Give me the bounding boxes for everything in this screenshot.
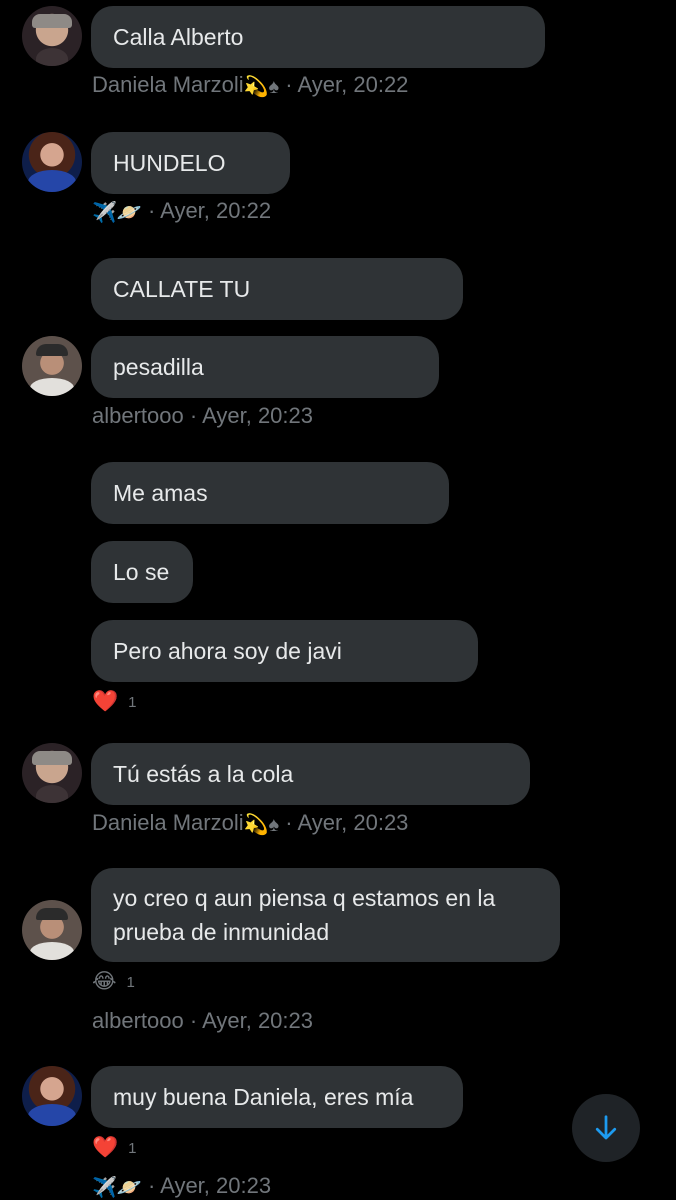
message-text: Pero ahora soy de javi (113, 638, 342, 664)
laughing-emoji-icon: 😂 (92, 970, 117, 993)
message-meta: Daniela Marzoli💫♠ · Ayer, 20:22 (92, 72, 408, 99)
arrow-down-icon (595, 1115, 617, 1140)
message-text: Tú estás a la cola (113, 761, 294, 787)
reaction-badge[interactable]: ❤️ 1 (92, 690, 137, 714)
message-bubble[interactable]: HUNDELO (91, 132, 290, 194)
reaction-count: 1 (128, 693, 137, 711)
avatar-plane-user[interactable] (22, 132, 82, 192)
avatar-daniela[interactable] (22, 6, 82, 66)
timestamp: · Ayer, 20:23 (285, 810, 409, 835)
sender-emoji: 💫♠ (243, 75, 280, 98)
timestamp: · Ayer, 20:22 (147, 198, 272, 223)
heart-icon: ❤️ (92, 690, 119, 713)
message-bubble[interactable]: yo creo q aun piensa q estamos en la pru… (91, 868, 560, 962)
message-text: Lo se (113, 559, 170, 585)
sender-name[interactable]: albertooo (92, 403, 184, 428)
avatar-alberto[interactable] (22, 336, 82, 396)
sender-name[interactable]: Daniela Marzoli (92, 72, 244, 97)
message-bubble[interactable]: Lo se (91, 541, 193, 603)
message-text: Me amas (113, 480, 208, 506)
message-text: CALLATE TU (113, 276, 251, 302)
scroll-to-bottom-button[interactable] (572, 1094, 640, 1162)
sender-emoji: 💫♠ (243, 813, 280, 836)
sender-name[interactable]: albertooo (92, 1008, 184, 1033)
message-text: muy buena Daniela, eres mía (113, 1084, 414, 1110)
message-bubble[interactable]: Tú estás a la cola (91, 743, 530, 805)
avatar-daniela[interactable] (22, 743, 82, 803)
message-bubble[interactable]: pesadilla (91, 336, 439, 398)
message-meta: albertooo · Ayer, 20:23 (92, 403, 313, 429)
message-meta: ✈️🪐 · Ayer, 20:22 (92, 198, 271, 225)
reaction-badge[interactable]: 😂 1 (92, 970, 135, 994)
timestamp: · Ayer, 20:22 (285, 72, 409, 97)
message-bubble[interactable]: muy buena Daniela, eres mía (91, 1066, 463, 1128)
message-bubble[interactable]: Calla Alberto (91, 6, 545, 68)
message-meta: Daniela Marzoli💫♠ · Ayer, 20:23 (92, 810, 408, 837)
timestamp: · Ayer, 20:23 (147, 1173, 272, 1198)
timestamp: · Ayer, 20:23 (189, 1008, 314, 1033)
heart-icon: ❤️ (92, 1136, 119, 1159)
message-bubble[interactable]: CALLATE TU (91, 258, 463, 320)
sender-name[interactable]: Daniela Marzoli (92, 810, 244, 835)
message-text: Calla Alberto (113, 24, 244, 50)
avatar-alberto[interactable] (22, 900, 82, 960)
avatar-plane-user[interactable] (22, 1066, 82, 1126)
message-text: pesadilla (113, 354, 204, 380)
sender-emoji: ✈️🪐 (92, 1176, 142, 1199)
sender-emoji: ✈️🪐 (92, 201, 142, 224)
reaction-badge[interactable]: ❤️ 1 (92, 1136, 137, 1160)
message-bubble[interactable]: Me amas (91, 462, 449, 524)
message-text: HUNDELO (113, 150, 226, 176)
message-meta: albertooo · Ayer, 20:23 (92, 1008, 313, 1034)
reaction-count: 1 (126, 973, 135, 991)
message-text: yo creo q aun piensa q estamos en la pru… (113, 885, 496, 945)
reaction-count: 1 (128, 1139, 137, 1157)
timestamp: · Ayer, 20:23 (189, 403, 314, 428)
message-meta: ✈️🪐 · Ayer, 20:23 (92, 1173, 271, 1200)
message-bubble[interactable]: Pero ahora soy de javi (91, 620, 478, 682)
